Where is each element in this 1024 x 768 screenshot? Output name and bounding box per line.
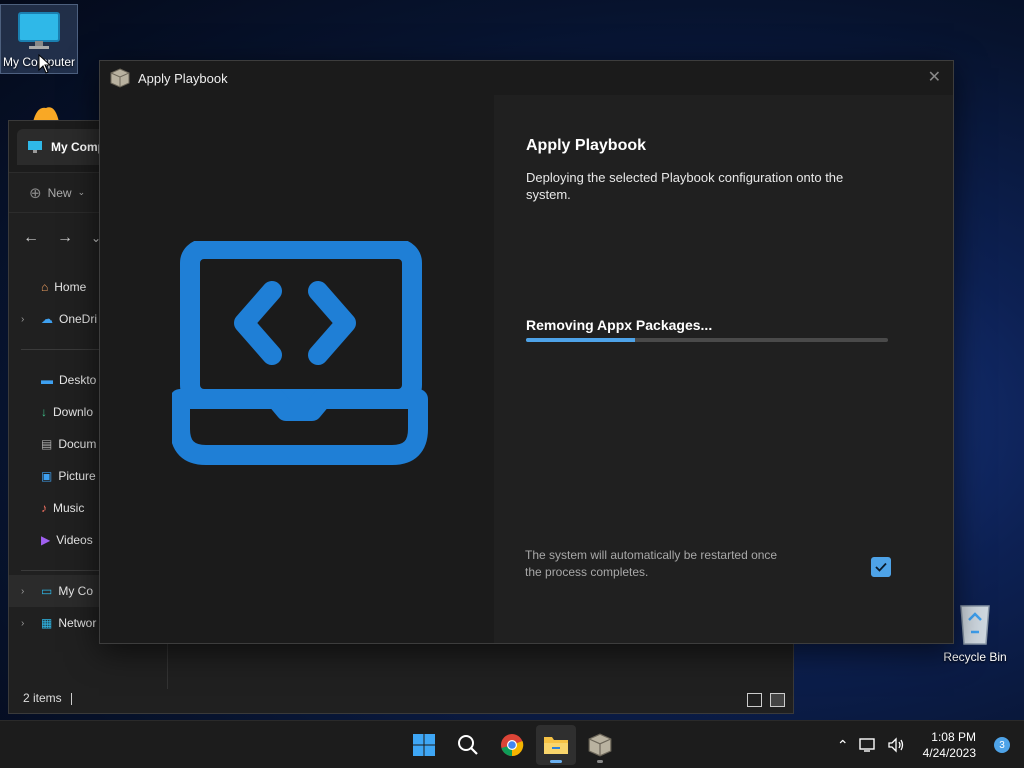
chrome-icon bbox=[501, 734, 524, 757]
pictures-icon: ▣ bbox=[41, 469, 53, 483]
details-view-icon[interactable] bbox=[747, 693, 762, 707]
desktop-folder-icon: ▬ bbox=[41, 373, 53, 387]
close-icon[interactable]: ✕ bbox=[928, 67, 941, 87]
notification-badge[interactable]: 3 bbox=[994, 737, 1010, 753]
network-status-icon[interactable] bbox=[858, 737, 877, 753]
playbook-box-icon bbox=[588, 733, 612, 757]
forward-arrow-icon[interactable]: → bbox=[57, 229, 73, 247]
status-divider bbox=[71, 693, 72, 705]
sidebar-item-label: Deskto bbox=[59, 373, 97, 387]
start-button[interactable] bbox=[404, 725, 444, 765]
restart-note: The system will automatically be restart… bbox=[525, 548, 778, 579]
sidebar-item-label: OneDri bbox=[59, 312, 98, 326]
sidebar-item-label: My Co bbox=[58, 584, 94, 598]
music-icon: ♪ bbox=[41, 501, 47, 515]
search-icon bbox=[458, 735, 478, 755]
active-app-indicator bbox=[550, 760, 562, 763]
page-description: Deploying the selected Playbook configur… bbox=[526, 170, 844, 202]
search-button[interactable] bbox=[448, 725, 488, 765]
sidebar-item-label: Videos bbox=[56, 533, 93, 547]
chevron-right-icon[interactable]: › bbox=[21, 586, 24, 597]
status-item-count: 2 items bbox=[23, 691, 62, 705]
new-button-label: New bbox=[47, 185, 72, 200]
dialog-titlebar: Apply Playbook ✕ bbox=[100, 61, 953, 95]
file-explorer-button[interactable] bbox=[536, 725, 576, 765]
mouse-cursor-icon bbox=[38, 54, 52, 74]
sidebar-item-label: Docum bbox=[58, 437, 97, 451]
dialog-illustration-pane bbox=[100, 95, 494, 643]
desktop-icon-label: Recycle Bin bbox=[943, 650, 1007, 664]
chevron-down-icon: ⌄ bbox=[77, 187, 86, 197]
system-tray: ⌃ 1:08 PM 4/24/2023 3 bbox=[837, 721, 1010, 768]
laptop-code-icon bbox=[172, 241, 428, 465]
sidebar-item-label: Picture bbox=[58, 469, 96, 483]
progress-status-text: Removing Appx Packages... bbox=[526, 317, 713, 333]
documents-icon: ▤ bbox=[41, 437, 53, 451]
playbook-box-icon bbox=[110, 68, 130, 88]
progress-bar-fill bbox=[526, 338, 635, 342]
new-button[interactable]: ⊕ New ⌄ bbox=[29, 184, 85, 202]
monitor-icon bbox=[28, 141, 42, 153]
auto-restart-checkbox[interactable] bbox=[871, 557, 891, 577]
clock[interactable]: 1:08 PM 4/24/2023 bbox=[923, 729, 976, 761]
volume-icon[interactable] bbox=[887, 737, 905, 753]
dialog-title: Apply Playbook bbox=[138, 70, 228, 86]
progress-bar bbox=[526, 338, 888, 342]
explorer-tab-title: My Comp bbox=[51, 140, 105, 154]
sidebar-item-label: Music bbox=[53, 501, 85, 515]
view-toggle-group bbox=[747, 693, 785, 707]
videos-icon: ▶ bbox=[41, 533, 51, 547]
tiles-view-icon[interactable] bbox=[770, 693, 785, 707]
computer-icon: ▭ bbox=[41, 584, 53, 598]
checkmark-icon bbox=[875, 562, 887, 572]
playbook-app-button[interactable] bbox=[580, 725, 620, 765]
chevron-up-icon[interactable]: ⌃ bbox=[837, 737, 849, 754]
home-icon: ⌂ bbox=[41, 280, 49, 294]
chevron-right-icon[interactable]: › bbox=[21, 618, 24, 629]
dialog-content-pane: Apply Playbook Deploying the selected Pl… bbox=[494, 95, 953, 643]
network-icon: ▦ bbox=[41, 616, 53, 630]
running-app-indicator bbox=[597, 760, 603, 763]
apply-playbook-dialog: Apply Playbook ✕ Apply Playbook Deployin… bbox=[99, 60, 954, 644]
taskbar: ⌃ 1:08 PM 4/24/2023 3 bbox=[0, 720, 1024, 768]
recycle-bin-icon bbox=[960, 605, 990, 645]
sidebar-item-label: Networ bbox=[58, 616, 97, 630]
chrome-button[interactable] bbox=[492, 725, 532, 765]
download-icon: ↓ bbox=[41, 405, 47, 419]
taskbar-apps bbox=[404, 725, 620, 765]
back-arrow-icon[interactable]: ← bbox=[23, 229, 39, 247]
pane-divider bbox=[167, 641, 168, 689]
clock-time: 1:08 PM bbox=[931, 730, 976, 744]
sidebar-item-label: Downlo bbox=[53, 405, 94, 419]
sidebar-item-label: Home bbox=[54, 280, 87, 294]
windows-logo-icon bbox=[413, 734, 435, 756]
onedrive-icon: ☁ bbox=[41, 312, 53, 326]
page-title: Apply Playbook bbox=[526, 137, 647, 154]
clock-date: 4/24/2023 bbox=[922, 746, 976, 760]
chevron-right-icon[interactable]: › bbox=[21, 314, 24, 325]
plus-circle-icon: ⊕ bbox=[29, 184, 42, 202]
monitor-icon bbox=[18, 12, 60, 49]
folder-icon bbox=[544, 737, 568, 754]
